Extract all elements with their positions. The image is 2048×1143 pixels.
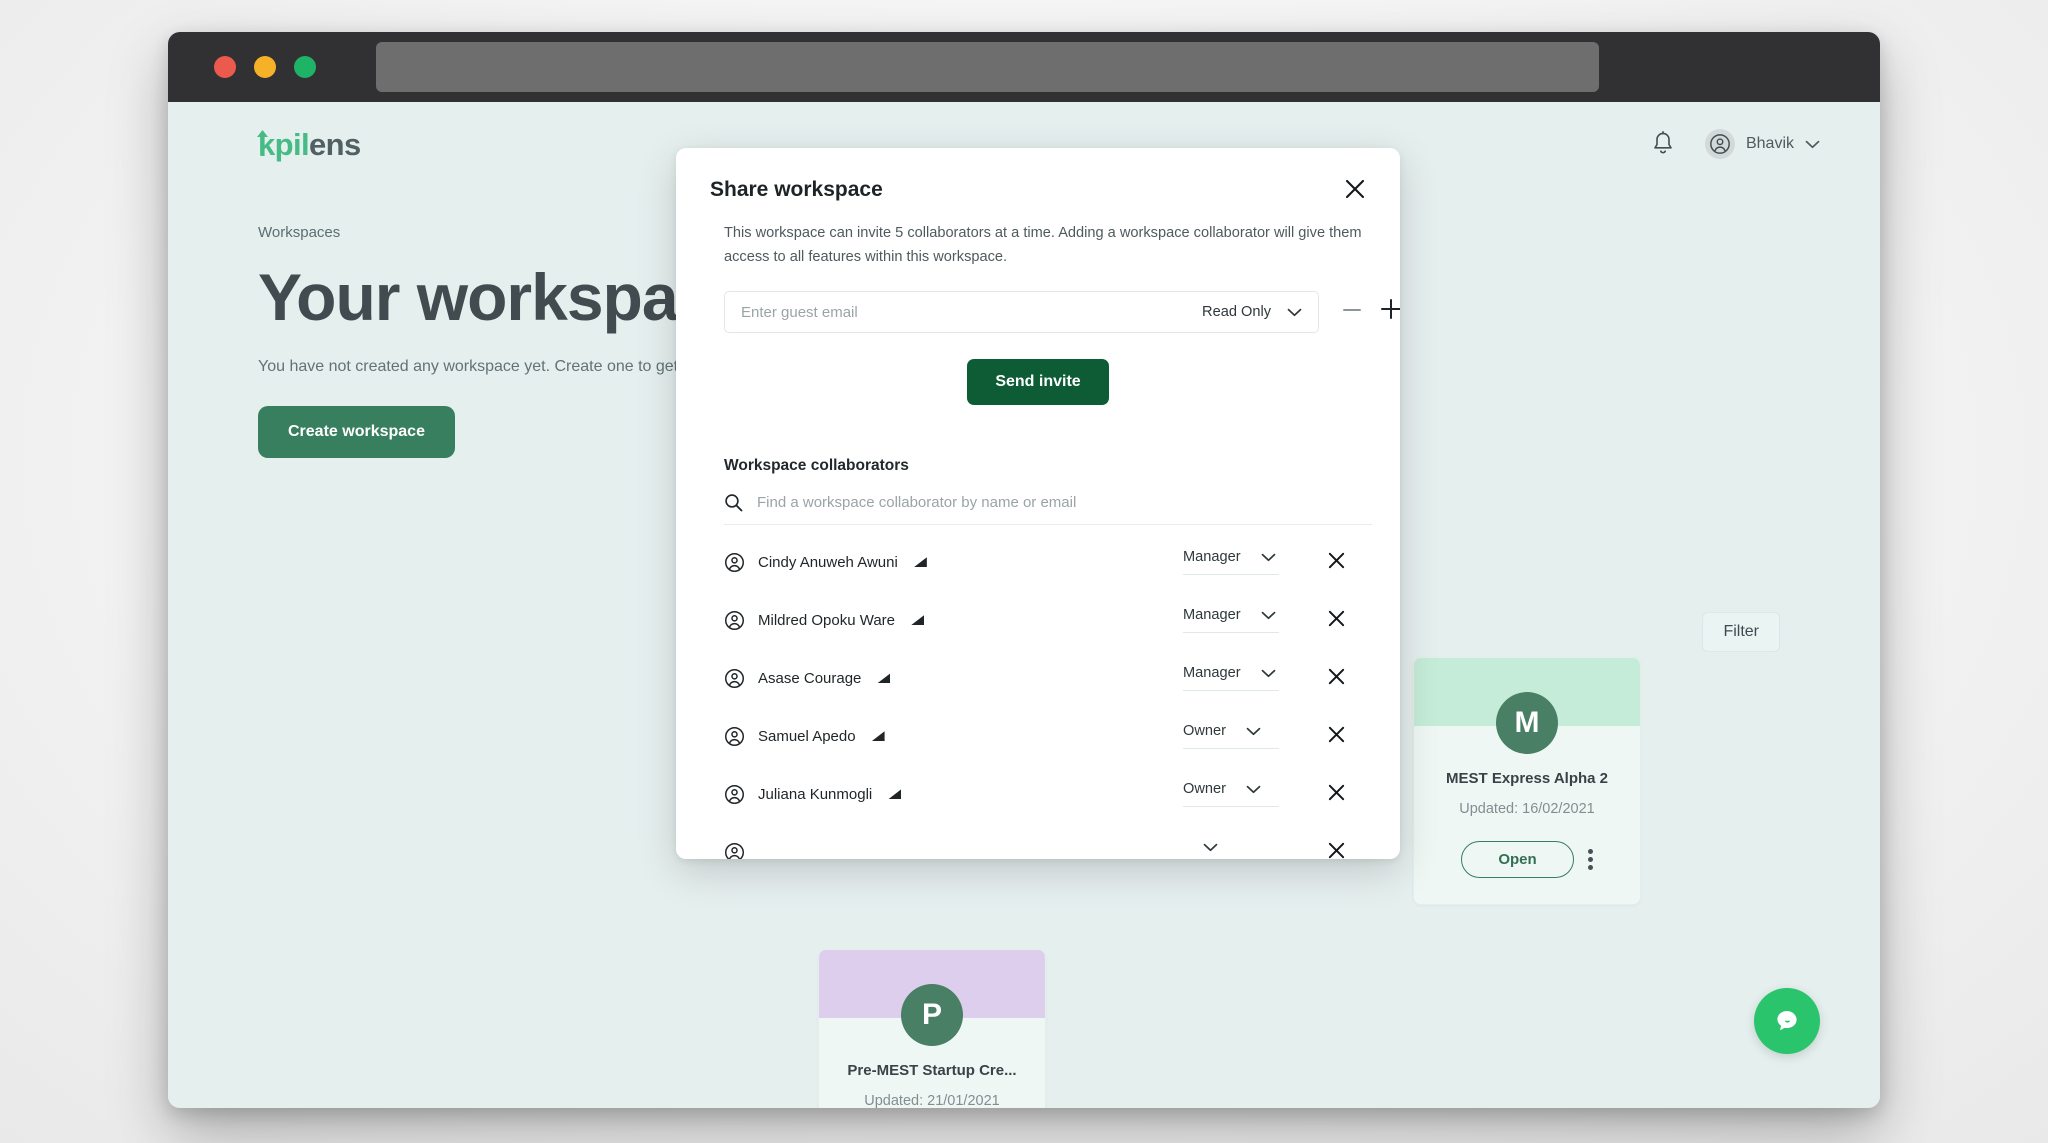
modal-overlay[interactable]: Share workspace This workspace can invit… <box>168 102 1880 1108</box>
user-avatar-icon <box>724 784 745 805</box>
plus-glyph <box>1379 297 1400 321</box>
collaborator-role-label: Owner <box>1183 781 1226 797</box>
maximize-window-button[interactable] <box>294 56 316 78</box>
modal-header: Share workspace <box>710 178 1366 202</box>
collaborator-search-input[interactable] <box>757 494 1372 511</box>
close-icon <box>1327 725 1346 744</box>
remove-collaborator-button[interactable] <box>1327 551 1346 573</box>
minimize-window-button[interactable] <box>254 56 276 78</box>
send-invite-button[interactable]: Send invite <box>967 359 1108 405</box>
modal-title: Share workspace <box>710 178 883 202</box>
chevron-down-icon <box>1203 843 1218 852</box>
country-flag-icon <box>911 615 924 625</box>
close-window-button[interactable] <box>214 56 236 78</box>
chevron-down-icon <box>1261 553 1276 562</box>
collaborator-identity: Juliana Kunmogli <box>724 784 901 805</box>
share-workspace-modal: Share workspace This workspace can invit… <box>676 148 1400 859</box>
country-flag-icon <box>888 789 901 799</box>
remove-collaborator-button[interactable] <box>1327 609 1346 631</box>
collaborator-name: Cindy Anuweh Awuni <box>758 554 898 571</box>
collaborator-list: Cindy Anuweh Awuni Manager <box>710 533 1366 859</box>
user-avatar-icon <box>724 842 745 859</box>
collaborator-role-label: Manager <box>1183 607 1241 623</box>
search-icon <box>724 493 743 512</box>
chevron-down-icon <box>1246 727 1261 736</box>
collaborator-row: Cindy Anuweh Awuni Manager <box>710 533 1366 591</box>
modal-description: This workspace can invite 5 collaborator… <box>724 222 1364 269</box>
browser-titlebar <box>168 32 1880 102</box>
collaborator-identity: Cindy Anuweh Awuni <box>724 552 927 573</box>
collaborator-row: Mildred Opoku Ware Manager <box>710 591 1366 649</box>
minus-icon[interactable] <box>1341 299 1363 325</box>
plus-icon[interactable] <box>1379 297 1400 327</box>
collaborator-identity: Samuel Apedo <box>724 726 885 747</box>
collaborator-role-label: Manager <box>1183 549 1241 565</box>
permission-select[interactable]: Read Only <box>1202 304 1302 320</box>
user-avatar-icon <box>724 668 745 689</box>
user-avatar-icon <box>724 726 745 747</box>
send-invite-row: Send invite <box>710 359 1366 405</box>
close-icon <box>1327 551 1346 570</box>
remove-collaborator-button[interactable] <box>1327 841 1346 859</box>
remove-collaborator-button[interactable] <box>1327 725 1346 747</box>
collaborator-role-label: Manager <box>1183 665 1241 681</box>
collaborator-role-select[interactable]: Manager <box>1183 665 1279 691</box>
collaborators-heading: Workspace collaborators <box>724 457 1366 475</box>
invite-email-field[interactable]: Read Only <box>724 291 1319 333</box>
country-flag-icon <box>877 673 890 683</box>
collaborator-row <box>710 823 1366 859</box>
guest-email-input[interactable] <box>741 304 1202 321</box>
collaborator-role-select[interactable] <box>1183 843 1279 859</box>
collaborator-name: Asase Courage <box>758 670 861 687</box>
collaborator-role-label: Owner <box>1183 723 1226 739</box>
close-icon <box>1327 609 1346 628</box>
collaborator-role-select[interactable]: Owner <box>1183 781 1279 807</box>
chevron-down-icon <box>1287 308 1302 317</box>
collaborator-row: Asase Courage Manager <box>710 649 1366 707</box>
collaborator-name: Samuel Apedo <box>758 728 856 745</box>
collaborator-identity: Mildred Opoku Ware <box>724 610 924 631</box>
browser-window: kpilens <box>168 32 1880 1108</box>
app-viewport: kpilens <box>168 102 1880 1108</box>
collaborator-role-select[interactable]: Owner <box>1183 723 1279 749</box>
close-glyph <box>1344 178 1366 200</box>
close-icon <box>1327 783 1346 802</box>
collaborator-identity <box>724 842 758 859</box>
close-icon <box>1327 841 1346 859</box>
chevron-down-icon <box>1261 611 1276 620</box>
permission-label: Read Only <box>1202 304 1271 320</box>
user-avatar-icon <box>724 610 745 631</box>
collaborator-name: Mildred Opoku Ware <box>758 612 895 629</box>
close-icon[interactable] <box>1344 178 1366 200</box>
desktop-background: kpilens <box>0 0 2048 1143</box>
collaborator-identity: Asase Courage <box>724 668 890 689</box>
country-flag-icon <box>914 557 927 567</box>
chevron-down-icon <box>1246 785 1261 794</box>
remove-collaborator-button[interactable] <box>1327 667 1346 689</box>
country-flag-icon <box>872 731 885 741</box>
chevron-down-icon <box>1261 669 1276 678</box>
collaborator-search[interactable] <box>724 493 1372 525</box>
collaborator-name: Juliana Kunmogli <box>758 786 872 803</box>
minus-glyph <box>1341 299 1363 321</box>
collaborator-row: Samuel Apedo Owner <box>710 707 1366 765</box>
remove-collaborator-button[interactable] <box>1327 783 1346 805</box>
window-controls[interactable] <box>214 56 316 78</box>
close-icon <box>1327 667 1346 686</box>
collaborator-row: Juliana Kunmogli Owner <box>710 765 1366 823</box>
collaborator-role-select[interactable]: Manager <box>1183 549 1279 575</box>
address-bar[interactable] <box>376 42 1599 92</box>
user-avatar-icon <box>724 552 745 573</box>
collaborator-role-select[interactable]: Manager <box>1183 607 1279 633</box>
invite-row: Read Only <box>724 291 1366 333</box>
